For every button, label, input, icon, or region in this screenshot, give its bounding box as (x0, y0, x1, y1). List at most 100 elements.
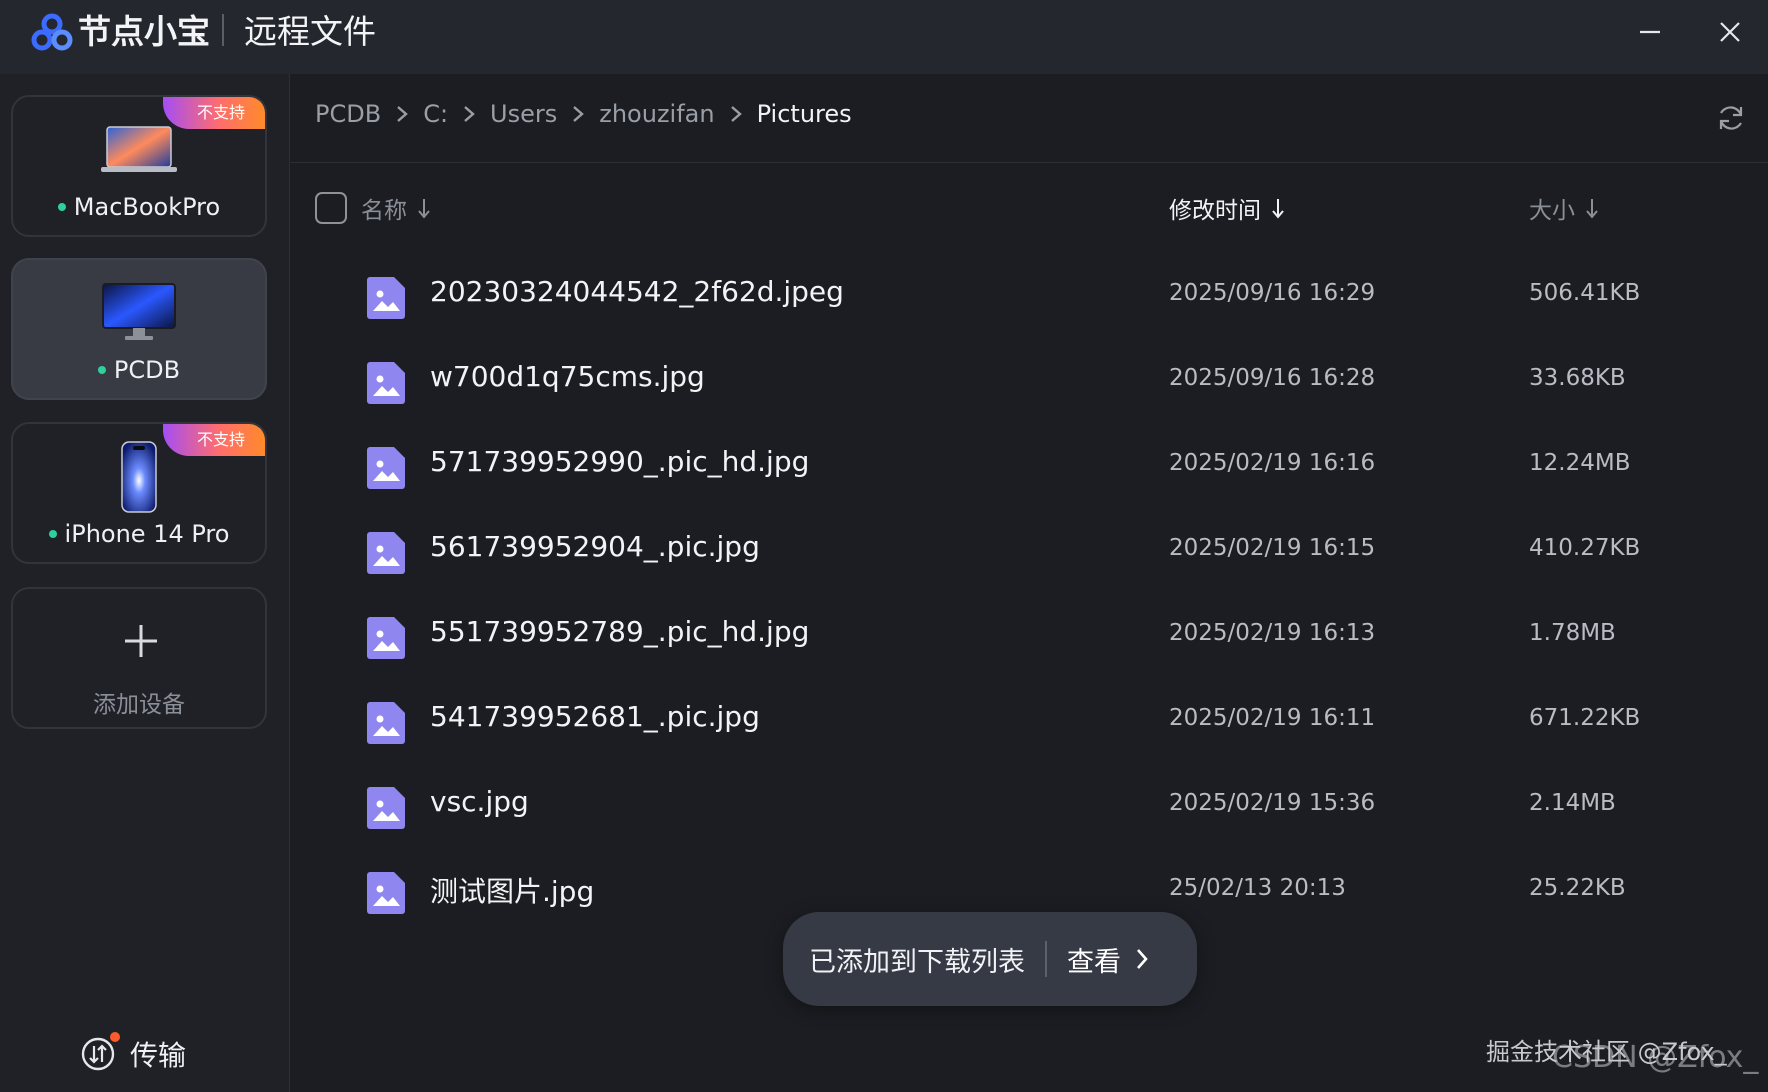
chevron-right-icon (397, 106, 409, 122)
file-size: 506.41KB (1529, 280, 1641, 306)
add-device-label: 添加设备 (93, 692, 185, 718)
file-row[interactable]: 551739952789_.pic_hd.jpg 2025/02/19 16:1… (291, 595, 1768, 681)
monitor-icon (102, 283, 176, 340)
online-indicator (48, 530, 57, 538)
image-file-icon (367, 447, 405, 489)
image-file-icon (367, 277, 405, 319)
column-label: 大小 (1529, 198, 1575, 224)
breadcrumb-item-users[interactable]: Users (490, 100, 557, 128)
close-button[interactable] (1708, 10, 1752, 54)
file-modified: 2025/09/16 16:28 (1169, 365, 1376, 391)
image-file-icon (367, 532, 405, 574)
phone-icon (121, 441, 157, 513)
window-title: 远程文件 (244, 12, 376, 51)
app-name: 节点小宝 (78, 12, 210, 51)
file-size: 25.22KB (1529, 875, 1626, 901)
file-size: 410.27KB (1529, 535, 1641, 561)
chevron-right-icon (573, 106, 585, 122)
file-modified: 2025/02/19 15:36 (1169, 790, 1376, 816)
toast-view-label: 查看 (1067, 946, 1121, 978)
file-name: w700d1q75cms.jpg (430, 360, 705, 393)
file-name: 561739952904_.pic.jpg (430, 530, 760, 563)
add-device-button[interactable]: 添加设备 (11, 587, 267, 729)
toast-divider (1045, 941, 1047, 977)
image-file-icon (367, 617, 405, 659)
transfer-icon (80, 1032, 120, 1072)
file-row[interactable]: w700d1q75cms.jpg 2025/09/16 16:28 33.68K… (291, 340, 1768, 426)
device-label: PCDB (13, 356, 265, 384)
file-name: 测试图片.jpg (430, 875, 595, 908)
breadcrumb: PCDB C: Users zhouzifan Pictures (315, 92, 852, 136)
minimize-icon (1640, 30, 1660, 34)
sort-down-icon (1586, 199, 1598, 219)
file-row[interactable]: vsc.jpg 2025/02/19 15:36 2.14MB (291, 765, 1768, 851)
file-modified: 25/02/13 20:13 (1169, 875, 1346, 901)
breadcrumb-item-drive[interactable]: C: (423, 100, 448, 128)
chevron-right-icon (464, 106, 475, 122)
device-card-iphone[interactable]: 不支持 iPhone 14 Pro (11, 422, 267, 564)
file-name: 571739952990_.pic_hd.jpg (430, 445, 810, 478)
online-indicator (97, 366, 106, 374)
title-divider (222, 14, 224, 46)
device-label: MacBookPro (13, 193, 265, 221)
file-size: 2.14MB (1529, 790, 1616, 816)
file-name: 20230324044542_2f62d.jpeg (430, 275, 844, 308)
notification-dot (110, 1032, 120, 1042)
file-size: 12.24MB (1529, 450, 1631, 476)
file-row[interactable]: 571739952990_.pic_hd.jpg 2025/02/19 16:1… (291, 425, 1768, 511)
node-logo-icon (31, 13, 73, 51)
file-size: 671.22KB (1529, 705, 1641, 731)
download-toast: 已添加到下载列表 查看 (783, 912, 1197, 1006)
device-label: iPhone 14 Pro (13, 520, 265, 548)
column-label: 修改时间 (1169, 198, 1261, 224)
minimize-button[interactable] (1628, 10, 1672, 54)
device-name: iPhone 14 Pro (64, 520, 230, 548)
watermark-csdn: CSDN @Zfox_ (1552, 1040, 1759, 1075)
refresh-icon[interactable] (1715, 102, 1747, 134)
toast-message: 已添加到下载列表 (809, 946, 1025, 978)
toast-view-button[interactable]: 查看 (1067, 940, 1149, 979)
column-label: 名称 (361, 198, 407, 224)
chevron-right-icon (1137, 949, 1148, 969)
file-modified: 2025/02/19 16:16 (1169, 450, 1376, 476)
column-header-size[interactable]: 大小 (1529, 188, 1599, 228)
column-header-modified[interactable]: 修改时间 (1169, 188, 1285, 228)
breadcrumb-item-current[interactable]: Pictures (757, 100, 852, 128)
plus-icon (125, 625, 157, 657)
sort-down-icon (1272, 199, 1284, 219)
file-row[interactable]: 20230324044542_2f62d.jpeg 2025/09/16 16:… (291, 255, 1768, 341)
header-divider (291, 162, 1768, 163)
laptop-icon (101, 126, 177, 172)
chevron-right-icon (730, 106, 742, 122)
file-modified: 2025/02/19 16:13 (1169, 620, 1376, 646)
image-file-icon (367, 362, 405, 404)
image-file-icon (367, 872, 405, 914)
transfer-button[interactable]: 传输 (80, 1032, 187, 1074)
device-sidebar: 不支持 MacBookPro PCDB 不支持 iPhone 14 Pro 添加… (0, 74, 290, 1092)
device-name: MacBookPro (73, 193, 221, 221)
close-icon (1720, 22, 1740, 42)
file-row[interactable]: 541739952681_.pic.jpg 2025/02/19 16:11 6… (291, 680, 1768, 766)
device-card-macbookpro[interactable]: 不支持 MacBookPro (11, 95, 267, 237)
file-modified: 2025/02/19 16:11 (1169, 705, 1376, 731)
title-bar: 节点小宝 远程文件 (0, 0, 1768, 74)
file-row[interactable]: 561739952904_.pic.jpg 2025/02/19 16:15 4… (291, 510, 1768, 596)
remote-files-window: 节点小宝 远程文件 不支持 MacBookPro PCDB 不支持 iPhone… (0, 0, 1768, 1092)
unsupported-badge: 不支持 (163, 97, 265, 129)
breadcrumb-item-pcdb[interactable]: PCDB (315, 100, 381, 128)
unsupported-badge: 不支持 (163, 424, 265, 456)
select-all-checkbox[interactable] (315, 192, 347, 224)
column-header-name[interactable]: 名称 (361, 188, 431, 228)
file-modified: 2025/09/16 16:29 (1169, 280, 1376, 306)
file-size: 1.78MB (1529, 620, 1616, 646)
breadcrumb-item-user[interactable]: zhouzifan (599, 100, 714, 128)
image-file-icon (367, 702, 405, 744)
file-name: 541739952681_.pic.jpg (430, 700, 760, 733)
file-size: 33.68KB (1529, 365, 1626, 391)
device-card-pcdb[interactable]: PCDB (11, 258, 267, 400)
device-name: PCDB (113, 356, 181, 384)
file-name: 551739952789_.pic_hd.jpg (430, 615, 810, 648)
sort-down-icon (418, 199, 430, 219)
transfer-label: 传输 (130, 1039, 187, 1072)
online-indicator (57, 203, 66, 211)
